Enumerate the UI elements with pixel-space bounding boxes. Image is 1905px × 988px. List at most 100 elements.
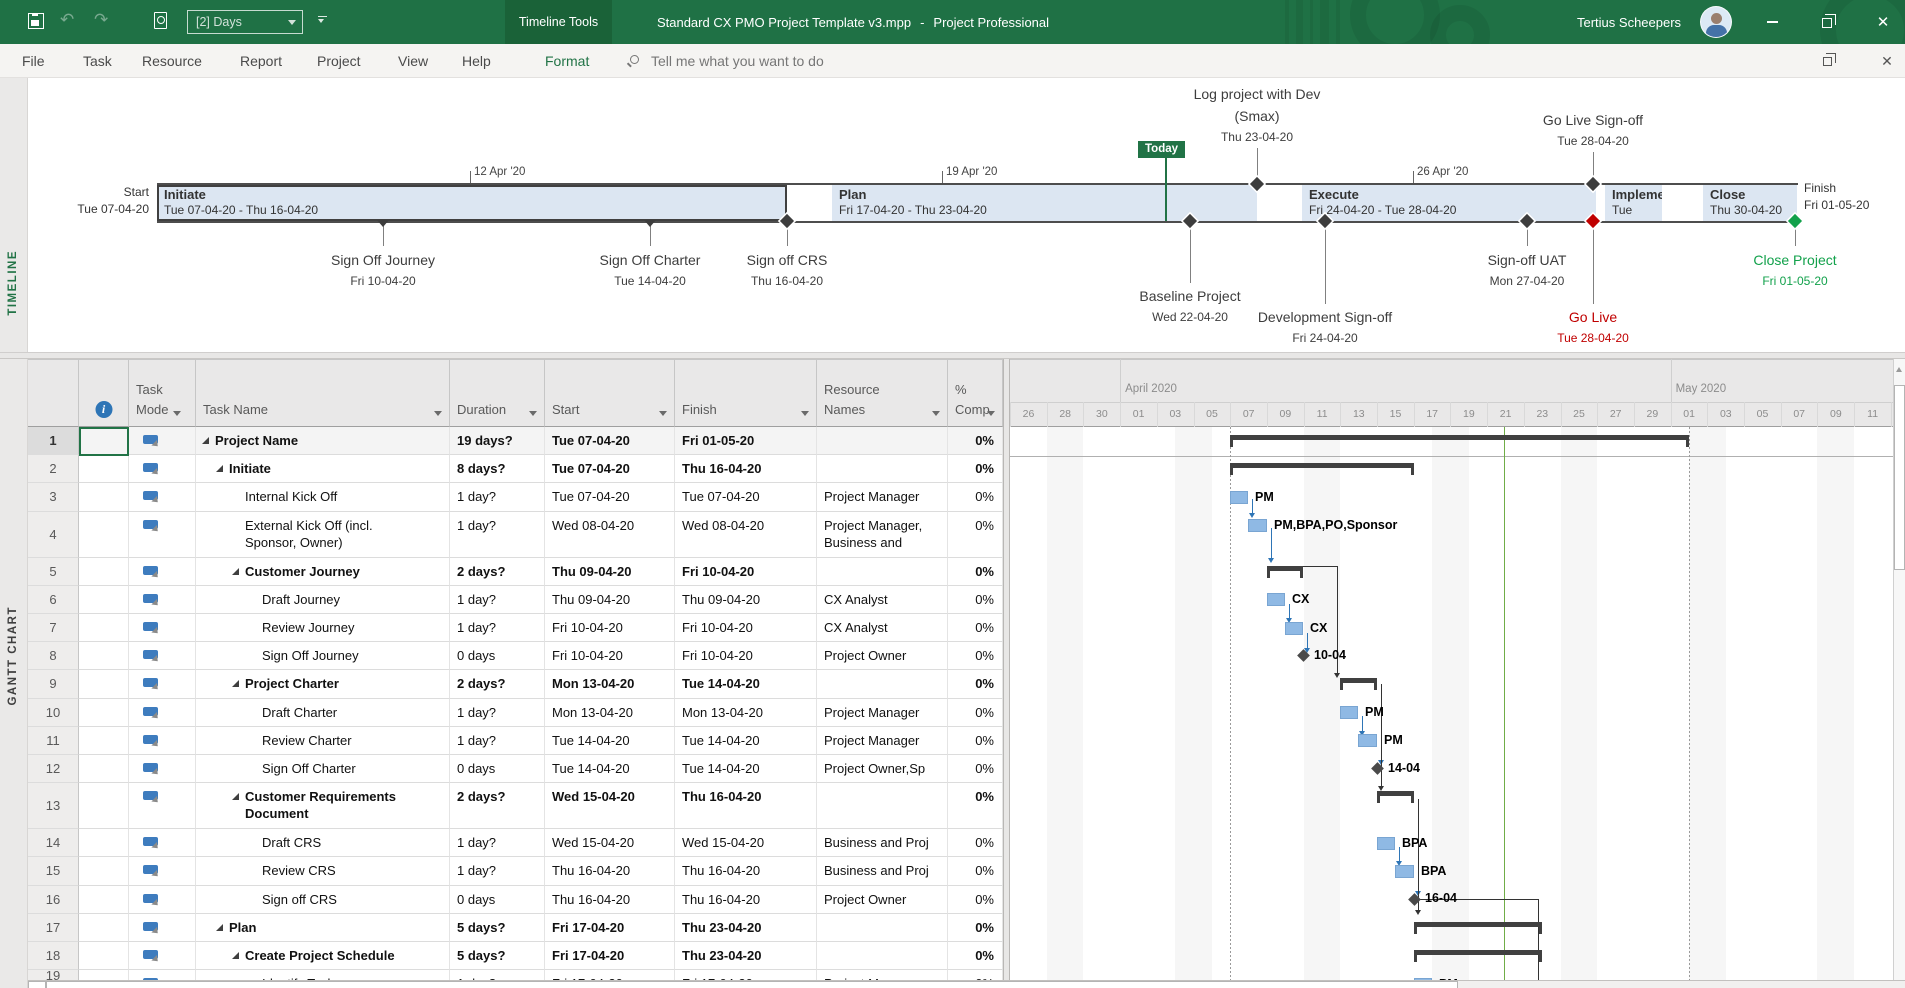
timeline-pane-label[interactable]: TIMELINE bbox=[7, 250, 19, 316]
cell-start[interactable]: Tue 14-04-20 bbox=[545, 727, 675, 755]
cell-dur[interactable]: 1 day? bbox=[450, 857, 545, 885]
cell-finish[interactable]: Thu 16-04-20 bbox=[675, 886, 817, 914]
print-preview-icon[interactable] bbox=[154, 12, 167, 29]
timeline-phase-plan[interactable]: PlanFri 17-04-20 - Thu 23-04-20 bbox=[832, 185, 1257, 221]
cell-finish[interactable]: Fri 10-04-20 bbox=[675, 558, 817, 586]
cell-dur[interactable]: 0 days bbox=[450, 755, 545, 783]
cell-pct[interactable]: 0% bbox=[948, 727, 1003, 755]
cell-start[interactable]: Tue 14-04-20 bbox=[545, 755, 675, 783]
row-number[interactable]: 2 bbox=[28, 455, 79, 483]
cell-start[interactable]: Thu 16-04-20 bbox=[545, 857, 675, 885]
column-header-name[interactable]: Task Name bbox=[196, 359, 450, 427]
cell-res[interactable]: CX Analyst bbox=[817, 614, 948, 642]
cell-start[interactable]: Thu 09-04-20 bbox=[545, 558, 675, 586]
task-bar[interactable] bbox=[1358, 734, 1377, 747]
cell-info[interactable] bbox=[79, 558, 129, 586]
milestone-marker[interactable] bbox=[644, 220, 656, 227]
cell-mode[interactable] bbox=[129, 914, 196, 942]
cell-res[interactable] bbox=[817, 914, 948, 942]
cell-mode[interactable] bbox=[129, 755, 196, 783]
cell-name[interactable]: Internal Kick Off bbox=[196, 483, 450, 511]
cell-finish[interactable]: Wed 15-04-20 bbox=[675, 829, 817, 857]
cell-pct[interactable]: 0% bbox=[948, 483, 1003, 511]
cell-dur[interactable]: 1 day? bbox=[450, 614, 545, 642]
expand-icon[interactable] bbox=[232, 793, 239, 800]
cell-start[interactable]: Fri 17-04-20 bbox=[545, 942, 675, 970]
cell-start[interactable]: Mon 13-04-20 bbox=[545, 670, 675, 698]
cell-dur[interactable]: 1 day? bbox=[450, 586, 545, 614]
doc-restore-button[interactable] bbox=[1812, 44, 1842, 78]
cell-pct[interactable]: 0% bbox=[948, 614, 1003, 642]
cell-start[interactable]: Wed 15-04-20 bbox=[545, 829, 675, 857]
expand-icon[interactable] bbox=[202, 437, 209, 444]
selected-cell[interactable] bbox=[79, 427, 129, 456]
cell-start[interactable]: Fri 17-04-20 bbox=[545, 914, 675, 942]
cell-pct[interactable]: 0% bbox=[948, 670, 1003, 698]
cell-info[interactable] bbox=[79, 857, 129, 885]
cell-name[interactable]: Initiate bbox=[196, 455, 450, 483]
summary-bar[interactable] bbox=[1230, 435, 1689, 440]
gantt-pane-label[interactable]: GANTT CHART bbox=[7, 606, 19, 706]
cell-pct[interactable]: 0% bbox=[948, 857, 1003, 885]
expand-icon[interactable] bbox=[232, 568, 239, 575]
horizontal-scrollbar[interactable] bbox=[28, 980, 1905, 988]
cell-finish[interactable]: Thu 09-04-20 bbox=[675, 586, 817, 614]
cell-res[interactable]: CX Analyst bbox=[817, 586, 948, 614]
cell-start[interactable]: Tue 07-04-20 bbox=[545, 483, 675, 511]
sort-arrow-icon[interactable] bbox=[932, 411, 940, 416]
cell-info[interactable] bbox=[79, 914, 129, 942]
pane-splitter-vertical[interactable] bbox=[1003, 359, 1010, 980]
cell-mode[interactable] bbox=[129, 483, 196, 511]
cell-res[interactable] bbox=[817, 558, 948, 586]
cell-mode[interactable] bbox=[129, 642, 196, 670]
cell-info[interactable] bbox=[79, 755, 129, 783]
cell-dur[interactable]: 0 days bbox=[450, 642, 545, 670]
cell-start[interactable]: Thu 16-04-20 bbox=[545, 886, 675, 914]
task-bar[interactable] bbox=[1340, 706, 1358, 719]
row-number[interactable]: 1 bbox=[28, 427, 79, 455]
cell-info[interactable] bbox=[79, 586, 129, 614]
close-button[interactable]: ✕ bbox=[1861, 0, 1905, 44]
cell-mode[interactable] bbox=[129, 670, 196, 698]
task-bar[interactable] bbox=[1230, 491, 1248, 504]
menu-tab-file[interactable]: File bbox=[22, 44, 45, 78]
summary-bar[interactable] bbox=[1230, 463, 1414, 468]
horizontal-scroll-thumb[interactable] bbox=[46, 981, 1458, 988]
cell-finish[interactable]: Thu 16-04-20 bbox=[675, 857, 817, 885]
cell-res[interactable]: Project Manager bbox=[817, 727, 948, 755]
cell-res[interactable]: Project Owner bbox=[817, 886, 948, 914]
cell-mode[interactable] bbox=[129, 586, 196, 614]
cell-dur[interactable]: 1 day? bbox=[450, 483, 545, 511]
task-bar[interactable] bbox=[1248, 519, 1267, 532]
column-header-res[interactable]: ResourceNames bbox=[817, 359, 948, 427]
cell-mode[interactable] bbox=[129, 699, 196, 727]
cell-finish[interactable]: Thu 16-04-20 bbox=[675, 783, 817, 829]
cell-start[interactable]: Thu 09-04-20 bbox=[545, 586, 675, 614]
cell-info[interactable] bbox=[79, 783, 129, 829]
timeline-pane[interactable]: InitiateTue 07-04-20 - Thu 16-04-20 PlanF… bbox=[28, 78, 1905, 352]
column-header-finish[interactable]: Finish bbox=[675, 359, 817, 427]
cell-res[interactable]: Project Owner,Sp bbox=[817, 755, 948, 783]
cell-mode[interactable] bbox=[129, 727, 196, 755]
avatar[interactable] bbox=[1700, 6, 1732, 38]
cell-pct[interactable]: 0% bbox=[948, 755, 1003, 783]
cell-dur[interactable]: 19 days? bbox=[450, 427, 545, 455]
sort-arrow-icon[interactable] bbox=[529, 411, 537, 416]
doc-close-button[interactable]: ✕ bbox=[1872, 44, 1902, 78]
cell-info[interactable] bbox=[79, 455, 129, 483]
cell-mode[interactable] bbox=[129, 783, 196, 829]
task-bar[interactable] bbox=[1377, 837, 1395, 850]
cell-start[interactable]: Wed 15-04-20 bbox=[545, 783, 675, 829]
row-number[interactable]: 15 bbox=[28, 857, 79, 885]
cell-start[interactable]: Tue 07-04-20 bbox=[545, 427, 675, 455]
timeline-phase-initiate[interactable]: InitiateTue 07-04-20 - Thu 16-04-20 bbox=[157, 185, 787, 221]
row-number[interactable]: 9 bbox=[28, 670, 79, 698]
cell-dur[interactable]: 5 days? bbox=[450, 914, 545, 942]
cell-dur[interactable]: 1 day? bbox=[450, 727, 545, 755]
cell-name[interactable]: Draft Charter bbox=[196, 699, 450, 727]
cell-res[interactable] bbox=[817, 455, 948, 483]
cell-mode[interactable] bbox=[129, 886, 196, 914]
row-number[interactable]: 4 bbox=[28, 512, 79, 558]
cell-finish[interactable]: Fri 10-04-20 bbox=[675, 614, 817, 642]
row-number[interactable]: 7 bbox=[28, 614, 79, 642]
